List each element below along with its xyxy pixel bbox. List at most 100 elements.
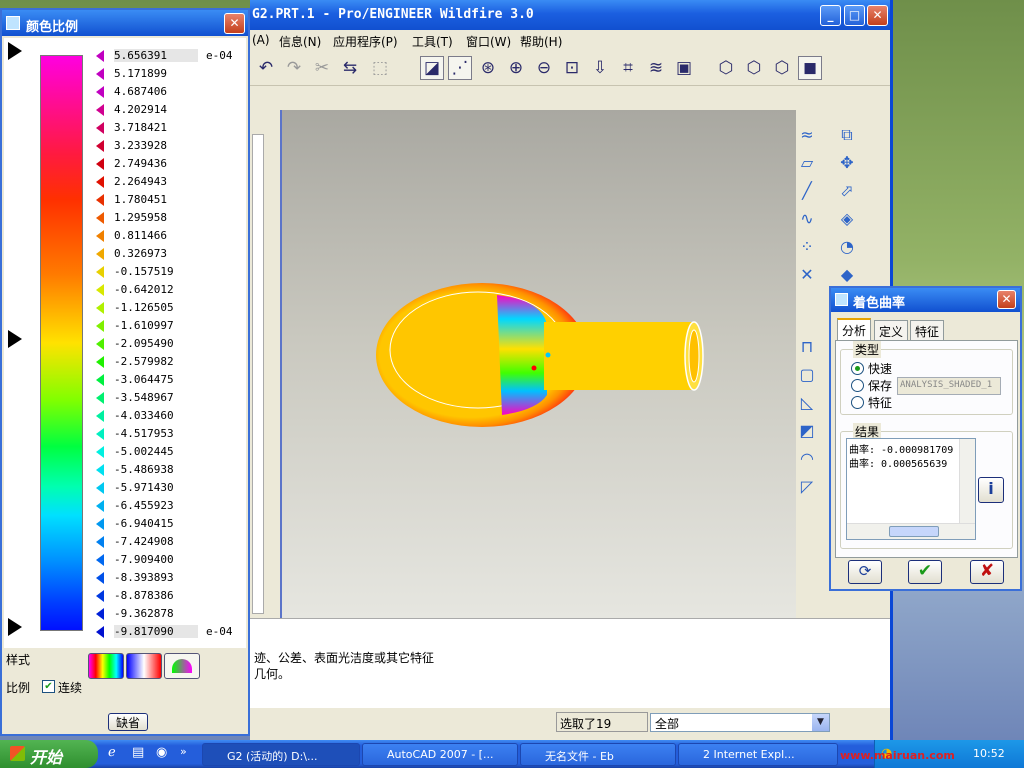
continuous-checkbox[interactable]: ✔ [42, 680, 55, 693]
sketch-curve-icon[interactable]: ∿ [796, 208, 818, 230]
scale-value[interactable]: -9.817090 [114, 625, 198, 638]
quicklaunch-desktop-icon[interactable]: ▤ [132, 745, 150, 763]
scale-marker-triangle[interactable] [96, 626, 104, 638]
model-tree-strip[interactable] [250, 104, 274, 619]
scale-marker-triangle[interactable] [96, 284, 104, 296]
scale-marker-triangle[interactable] [96, 428, 104, 440]
maximize-button[interactable]: □ [844, 5, 865, 26]
copy-icon[interactable]: ⧉ [836, 124, 858, 146]
scale-marker-triangle[interactable] [96, 518, 104, 530]
scale-marker-triangle[interactable] [96, 464, 104, 476]
scale-marker-triangle[interactable] [96, 176, 104, 188]
radio-quick[interactable] [851, 362, 864, 375]
scale-marker-triangle[interactable] [96, 374, 104, 386]
task-proe[interactable]: G2 (活动的) D:\... [202, 743, 360, 766]
selection-filter[interactable]: 全部 ▼ [650, 713, 830, 732]
repaint-icon[interactable]: ⟳ [848, 560, 882, 584]
redo-icon[interactable]: ↷ [282, 56, 306, 80]
view-manager-icon[interactable]: ▣ [672, 56, 696, 80]
datum-display-icon[interactable]: ⋰ [448, 56, 472, 80]
zoom-in-icon[interactable]: ⊕ [504, 56, 528, 80]
no-hidden-icon[interactable]: ⬡ [770, 56, 794, 80]
datum-curve-icon[interactable]: ≈ [796, 124, 818, 146]
scale-marker-triangle[interactable] [96, 554, 104, 566]
chamfer-icon[interactable]: ◸ [796, 476, 818, 498]
start-button[interactable]: 开始 [0, 740, 98, 768]
menu-applications[interactable]: 应用程序(P) [333, 33, 398, 50]
quicklaunch-ie-icon[interactable]: ℯ [108, 745, 126, 763]
datum-plane-icon[interactable]: ▱ [796, 152, 818, 174]
task-internet-explorer[interactable]: 2 Internet Expl... [678, 743, 838, 766]
datum-axis-icon[interactable]: ╱ [796, 180, 818, 202]
task-autocad[interactable]: AutoCAD 2007 - [... [362, 743, 518, 766]
undo-icon[interactable]: ↶ [254, 56, 278, 80]
info-icon[interactable]: i [978, 477, 1004, 503]
sketch-view-icon[interactable]: ◪ [420, 56, 444, 80]
ok-check-icon[interactable]: ✔ [908, 560, 942, 584]
scale-marker-triangle[interactable] [96, 50, 104, 62]
move-icon[interactable]: ✥ [836, 152, 858, 174]
default-button[interactable]: 缺省 [108, 713, 148, 731]
tab-feature[interactable]: 特征 [910, 320, 945, 340]
scale-marker-triangle[interactable] [96, 122, 104, 134]
scale-marker-triangle[interactable] [96, 248, 104, 260]
round-icon[interactable]: ◠ [796, 448, 818, 470]
selection-box-icon[interactable]: ⬚ [368, 56, 392, 80]
style-surface-button[interactable] [164, 653, 200, 679]
curvature-close-button[interactable]: ✕ [997, 290, 1016, 309]
scale-title-bar[interactable]: 颜色比例 ✕ [2, 10, 248, 36]
scale-marker-triangle[interactable] [96, 68, 104, 80]
vertical-scrollbar[interactable] [959, 439, 975, 523]
scale-marker-triangle[interactable] [96, 536, 104, 548]
tree-scrollbar[interactable] [252, 134, 264, 614]
revolve-icon[interactable]: ▢ [796, 364, 818, 386]
scale-marker-triangle[interactable] [96, 446, 104, 458]
shading-icon[interactable]: ◼ [798, 56, 822, 80]
scale-marker-triangle[interactable] [96, 212, 104, 224]
curvature-title-bar[interactable]: 着色曲率 ✕ [831, 288, 1020, 312]
scale-marker-triangle[interactable] [96, 266, 104, 278]
quicklaunch-media-icon[interactable]: ◉ [156, 745, 174, 763]
scale-marker-triangle[interactable] [96, 572, 104, 584]
menu-window[interactable]: 窗口(W) [466, 33, 511, 50]
scale-marker-triangle[interactable] [96, 482, 104, 494]
task-editor[interactable]: 无名文件 - Eb [520, 743, 676, 766]
zoom-out-icon[interactable]: ⊖ [532, 56, 556, 80]
scale-marker-triangle[interactable] [96, 158, 104, 170]
minimize-button[interactable]: _ [820, 5, 841, 26]
coordinate-system-icon[interactable]: ✕ [796, 264, 818, 286]
scale-marker-triangle[interactable] [96, 500, 104, 512]
scale-close-button[interactable]: ✕ [224, 13, 245, 34]
scale-marker-triangle[interactable] [96, 608, 104, 620]
scale-marker-triangle[interactable] [96, 104, 104, 116]
style-icon[interactable]: ◆ [836, 264, 858, 286]
named-views-icon[interactable]: ⌗ [616, 56, 640, 80]
scale-marker-triangle[interactable] [96, 320, 104, 332]
extend-icon[interactable]: ⬀ [836, 180, 858, 202]
result-list[interactable]: 曲率: -0.000981709 曲率: 0.000565639 [846, 438, 976, 540]
hidden-line-icon[interactable]: ⬡ [742, 56, 766, 80]
cancel-x-icon[interactable]: ✘ [970, 560, 1004, 584]
scale-marker-triangle[interactable] [96, 356, 104, 368]
extrude-icon[interactable]: ⊓ [796, 336, 818, 358]
scale-marker-triangle[interactable] [96, 392, 104, 404]
range-marker-bottom[interactable] [8, 618, 22, 636]
cut-icon[interactable]: ✂ [310, 56, 334, 80]
main-title-bar[interactable]: G2.PRT.1 - Pro/ENGINEER Wildfire 3.0 _ □… [250, 0, 890, 30]
analysis-name-field[interactable]: ANALYSIS_SHADED_1 [897, 377, 1001, 395]
datum-point-icon[interactable]: ⁘ [796, 236, 818, 258]
radio-feature[interactable] [851, 396, 864, 409]
scale-value[interactable]: 5.656391 [114, 49, 198, 62]
close-button[interactable]: ✕ [867, 5, 888, 26]
chevron-down-icon[interactable]: ▼ [812, 714, 829, 731]
scale-marker-triangle[interactable] [96, 302, 104, 314]
scale-marker-triangle[interactable] [96, 140, 104, 152]
scale-marker-triangle[interactable] [96, 86, 104, 98]
style-bands-button[interactable] [126, 653, 162, 679]
chat-icon[interactable]: ◔ [836, 236, 858, 258]
range-marker-middle[interactable] [8, 330, 22, 348]
reorient-icon[interactable]: ⇩ [588, 56, 612, 80]
style-rainbow-button[interactable] [88, 653, 124, 679]
menu-info[interactable]: 信息(N) [279, 33, 321, 50]
regenerate-icon[interactable]: ⇆ [338, 56, 362, 80]
